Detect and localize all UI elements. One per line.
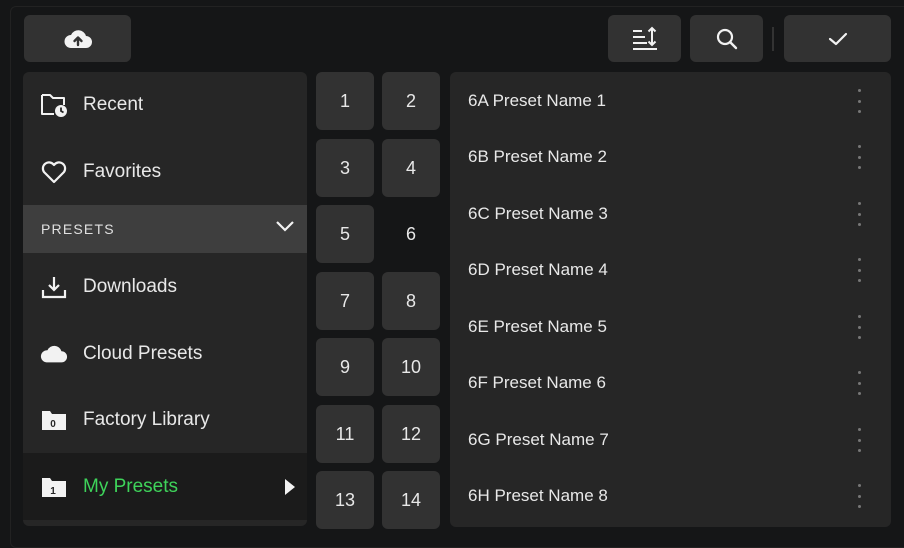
preset-name: 6C Preset Name 3 xyxy=(468,204,608,223)
more-options-icon[interactable] xyxy=(856,258,862,282)
sort-button[interactable] xyxy=(608,15,681,62)
folder-clock-icon xyxy=(40,91,68,119)
preset-name: 6E Preset Name 5 xyxy=(468,317,607,336)
bank-button[interactable]: 12 xyxy=(382,405,440,463)
preset-name: 6D Preset Name 4 xyxy=(468,260,608,279)
sidebar-item-label: My Presets xyxy=(83,475,179,497)
folder-icon: 1 xyxy=(40,473,68,501)
preset-row[interactable]: 6D Preset Name 4 xyxy=(450,242,891,298)
bank-button[interactable]: 5 xyxy=(316,205,374,263)
bank-button[interactable]: 4 xyxy=(382,139,440,197)
download-icon xyxy=(40,273,68,301)
preset-name: 6A Preset Name 1 xyxy=(468,91,606,110)
bank-button[interactable]: 11 xyxy=(316,405,374,463)
sidebar-item-recent[interactable]: Recent xyxy=(23,72,307,138)
sidebar-item-factory-library[interactable]: 0 Factory Library xyxy=(23,387,307,453)
preset-name: 6G Preset Name 7 xyxy=(468,430,609,449)
more-options-icon[interactable] xyxy=(856,145,862,169)
bank-button[interactable]: 13 xyxy=(316,471,374,529)
preset-row[interactable]: 6F Preset Name 6 xyxy=(450,355,891,411)
preset-name: 6F Preset Name 6 xyxy=(468,373,606,392)
preset-row[interactable]: 6H Preset Name 8 xyxy=(450,468,891,524)
preset-name: 6H Preset Name 8 xyxy=(468,486,608,505)
sort-icon xyxy=(632,26,657,50)
toolbar-divider xyxy=(772,27,774,51)
check-icon xyxy=(828,32,847,45)
bank-button[interactable]: 9 xyxy=(316,338,374,396)
sidebar-item-label: Downloads xyxy=(83,276,177,297)
preset-list: 6A Preset Name 1 6B Preset Name 2 6C Pre… xyxy=(450,72,891,527)
sidebar-item-my-presets[interactable]: 1 My Presets xyxy=(23,453,307,520)
cloud-upload-icon xyxy=(64,29,92,48)
bank-button[interactable]: 2 xyxy=(382,72,440,130)
bank-button-selected[interactable]: 6 xyxy=(382,205,440,263)
preset-row[interactable]: 6G Preset Name 7 xyxy=(450,412,891,468)
preset-row[interactable]: 6B Preset Name 2 xyxy=(450,129,891,185)
search-icon xyxy=(716,28,737,49)
search-button[interactable] xyxy=(690,15,763,62)
sidebar-item-favorites[interactable]: Favorites xyxy=(23,139,307,205)
upload-button[interactable] xyxy=(24,15,131,62)
confirm-button[interactable] xyxy=(784,15,891,62)
sidebar-item-downloads[interactable]: Downloads xyxy=(23,254,307,320)
bank-button[interactable]: 10 xyxy=(382,338,440,396)
chevron-down-icon xyxy=(275,219,295,238)
preset-row[interactable]: 6A Preset Name 1 xyxy=(450,73,891,129)
sidebar-item-label: Favorites xyxy=(83,161,162,182)
cloud-icon xyxy=(40,340,68,368)
preset-row[interactable]: 6C Preset Name 3 xyxy=(450,186,891,242)
sidebar-item-label: Recent xyxy=(83,94,144,115)
more-options-icon[interactable] xyxy=(856,428,862,452)
section-label: PRESETS xyxy=(41,221,115,237)
play-arrow-icon xyxy=(285,479,295,495)
bank-button[interactable]: 3 xyxy=(316,139,374,197)
svg-text:0: 0 xyxy=(50,419,56,430)
heart-icon xyxy=(40,158,68,186)
bank-button[interactable]: 8 xyxy=(382,272,440,330)
sidebar-item-label: Cloud Presets xyxy=(83,343,203,364)
bank-button[interactable]: 14 xyxy=(382,471,440,529)
more-options-icon[interactable] xyxy=(856,371,862,395)
preset-row[interactable]: 6E Preset Name 5 xyxy=(450,299,891,355)
sidebar-item-label: Factory Library xyxy=(83,409,210,430)
sidebar: Recent Favorites PRESETS Downloads Cloud… xyxy=(23,72,307,526)
more-options-icon[interactable] xyxy=(856,315,862,339)
folder-icon: 0 xyxy=(40,406,68,434)
svg-text:1: 1 xyxy=(50,486,56,497)
bank-button[interactable]: 7 xyxy=(316,272,374,330)
more-options-icon[interactable] xyxy=(856,484,862,508)
more-options-icon[interactable] xyxy=(856,89,862,113)
bank-button[interactable]: 1 xyxy=(316,72,374,130)
sidebar-item-cloud-presets[interactable]: Cloud Presets xyxy=(23,321,307,387)
presets-section-header[interactable]: PRESETS xyxy=(23,205,307,253)
more-options-icon[interactable] xyxy=(856,202,862,226)
preset-name: 6B Preset Name 2 xyxy=(468,147,607,166)
